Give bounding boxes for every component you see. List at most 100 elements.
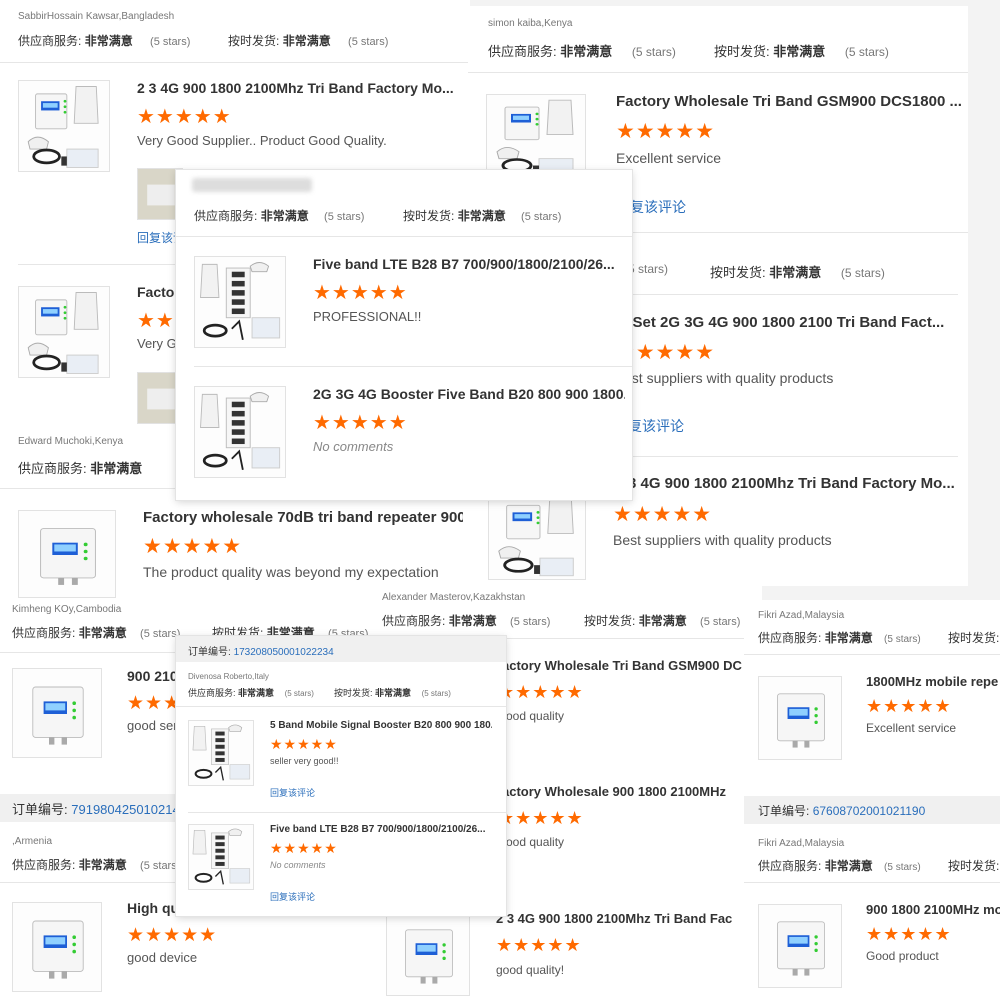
product-thumbnail[interactable] <box>194 256 286 348</box>
review-card-center: 供应商服务: 非常满意 (5 stars) 按时发货: 非常满意 (5 star… <box>176 170 632 500</box>
review-comment: Excellent service <box>866 721 957 735</box>
divider <box>0 62 470 63</box>
product-title[interactable]: 5 Band Mobile Signal Booster B20 800 900… <box>270 720 492 731</box>
blurred-reviewer-name <box>192 178 312 192</box>
product-title[interactable]: actory Wholesale 900 1800 2100MHz <box>502 784 744 799</box>
product-title[interactable]: Factory wholesale 70dB tri band repeater… <box>143 509 463 526</box>
supplier-service-rating: 供应商服务: 非常满意 (5 stars) <box>12 626 181 640</box>
divider <box>194 366 632 367</box>
supplier-service-rating: 供应商服务: 非常满意 (5 stars) <box>188 688 314 698</box>
order-number[interactable]: 173208050001022234 <box>234 647 334 658</box>
supplier-service-rating: 供应商服务: 非常满意 (5 stars) <box>488 44 676 59</box>
reply-link[interactable]: 回复该评论 <box>270 786 315 799</box>
review-collage: SabbirHossain Kawsar,Bangladesh 供应商服务: 非… <box>0 0 1000 1000</box>
reviewer-name: Kimheng KOy,Cambodia <box>12 604 122 615</box>
reply-link[interactable]: 复该评论 <box>628 416 684 436</box>
product-title[interactable]: 3 4G 900 1800 2100Mhz Tri Band Factory M… <box>628 475 958 492</box>
shipping-rating: 按时发货: 非常满意 (5 stars) <box>584 614 741 628</box>
product-title[interactable]: 900 210 <box>127 668 175 684</box>
product-title[interactable]: ll Set 2G 3G 4G 900 1800 2100 Tri Band F… <box>620 314 958 331</box>
reviewer-name: Edward Muchoki,Kenya <box>18 436 124 447</box>
product-title[interactable]: 2G 3G 4G Booster Five Band B20 800 900 1… <box>313 386 625 402</box>
star-rating: ★★★★★ <box>613 503 713 526</box>
reviewer-name: ,Armenia <box>12 836 53 847</box>
star-rating: ★★★★★ <box>616 120 716 143</box>
shipping-rating: 按时发货: 非常满意 (5 stars) <box>714 44 889 59</box>
review-comment: ood quality <box>506 835 565 849</box>
product-title[interactable]: Five band LTE B28 B7 700/900/1800/2100/2… <box>313 256 625 272</box>
star-rating: ★★★★★ <box>498 682 584 702</box>
divider <box>744 882 1000 883</box>
product-thumbnail[interactable] <box>194 386 286 478</box>
product-title[interactable]: 2 3 4G 900 1800 2100Mhz Tri Band Fac <box>496 911 744 926</box>
review-comment: ood quality <box>506 709 565 723</box>
order-number[interactable]: 67608702001021190 <box>813 804 926 818</box>
review-comment: Very Good Supplier.. Product Good Qualit… <box>137 133 387 148</box>
reply-link[interactable]: 复该评论 <box>630 197 686 217</box>
product-thumbnail[interactable] <box>386 912 470 996</box>
supplier-service-rating: 供应商服务: 非常满意 (5 stars) <box>194 209 365 223</box>
shipping-rating: 按时发货: 非常满意 (5 stars) <box>228 34 389 48</box>
product-title[interactable]: 900 1800 2100MHz mo <box>866 902 1000 917</box>
review-comment: est suppliers with quality products <box>624 370 834 386</box>
star-rating: ★★★★★ <box>137 106 232 128</box>
star-rating: ★★★★★ <box>496 935 582 955</box>
supplier-service-rating: 供应商服务: 非常满意 (5 stars) <box>18 34 191 48</box>
product-thumbnail[interactable] <box>486 94 586 180</box>
product-thumbnail[interactable] <box>18 80 110 172</box>
product-title[interactable]: High qu <box>127 900 175 916</box>
divider <box>468 72 968 73</box>
star-rating: ★★★★★ <box>866 696 952 716</box>
star-rating: ★★★★★ <box>127 925 218 946</box>
divider <box>176 236 632 237</box>
reply-link[interactable]: 回复该评论 <box>270 890 315 903</box>
supplier-service-rating: 供应商服务: 非常满意 <box>18 461 143 476</box>
supplier-service-rating: 供应商服务: 非常满意 (5 stars) <box>382 614 551 628</box>
review-comment: good device <box>127 950 198 965</box>
review-comment: The product quality was beyond my expect… <box>143 564 439 580</box>
star-rating: ★★★★★ <box>498 808 584 828</box>
reviewer-name: Divenosa Roberto,Italy <box>188 672 269 681</box>
product-thumbnail[interactable] <box>12 902 102 992</box>
product-thumbnail[interactable] <box>12 668 102 758</box>
star-rating: ★★★★★ <box>270 840 338 856</box>
product-thumbnail[interactable] <box>758 676 842 760</box>
review-comment: seller very good!! <box>270 756 339 766</box>
review-comment: Excellent service <box>616 150 722 166</box>
order-number[interactable]: 7919804250102146 <box>71 802 187 817</box>
review-comment: Best suppliers with quality products <box>613 532 832 548</box>
star-rating: ★★★★★ <box>866 924 952 944</box>
review-comment: No comments <box>270 860 326 870</box>
product-thumbnail[interactable] <box>18 510 116 598</box>
product-thumbnail[interactable] <box>18 286 110 378</box>
reviewer-name: Alexander Masterov,Kazakhstan <box>382 592 526 603</box>
review-comment: No comments <box>313 439 394 454</box>
shipping-rating: 按时发货: 非常满意 (5 stars) <box>334 688 451 698</box>
product-title[interactable]: 1800MHz mobile repe <box>866 674 1000 689</box>
reviewer-name: SabbirHossain Kawsar,Bangladesh <box>18 11 175 22</box>
divider <box>176 706 506 707</box>
product-thumbnail[interactable] <box>188 824 254 890</box>
shipping-rating: 按时发货: 非常满意 (5 stars) <box>403 209 562 223</box>
review-comment: good quality! <box>496 963 565 977</box>
supplier-service-rating: 供应商服务: 非常满意 (5 stars) <box>758 631 921 645</box>
review-card-malaysia: Fikri Azad,Malaysia 供应商服务: 非常满意 (5 stars… <box>744 600 1000 1000</box>
product-title[interactable]: Five band LTE B28 B7 700/900/1800/2100/2… <box>270 824 492 835</box>
product-thumbnail[interactable] <box>188 720 254 786</box>
supplier-service-rating: 供应商服务: 非常满意 (5 stars) <box>12 858 181 872</box>
product-title[interactable]: actory Wholesale Tri Band GSM900 DC <box>502 658 744 673</box>
divider <box>188 812 506 813</box>
product-title[interactable]: Factory Wholesale Tri Band GSM900 DCS180… <box>616 93 961 110</box>
reviewer-name: Fikri Azad,Malaysia <box>758 838 845 849</box>
supplier-stars-partial: 5 stars) <box>628 262 669 276</box>
star-rating: ★★★★★ <box>270 736 338 752</box>
review-comment: Good product <box>866 949 939 963</box>
product-title[interactable]: 2 3 4G 900 1800 2100Mhz Tri Band Factory… <box>137 80 457 96</box>
supplier-service-rating: 供应商服务: 非常满意 (5 stars) <box>758 859 921 873</box>
order-number-bar: 订单编号: 67608702001021190 <box>744 796 1000 824</box>
product-thumbnail[interactable] <box>488 492 586 580</box>
review-card-italy: 订单编号: 173208050001022234 Divenosa Robert… <box>176 636 506 916</box>
reviewer-name: simon kaiba,Kenya <box>488 18 573 29</box>
product-thumbnail[interactable] <box>758 904 842 988</box>
star-rating: ★★★★★ <box>313 282 408 304</box>
